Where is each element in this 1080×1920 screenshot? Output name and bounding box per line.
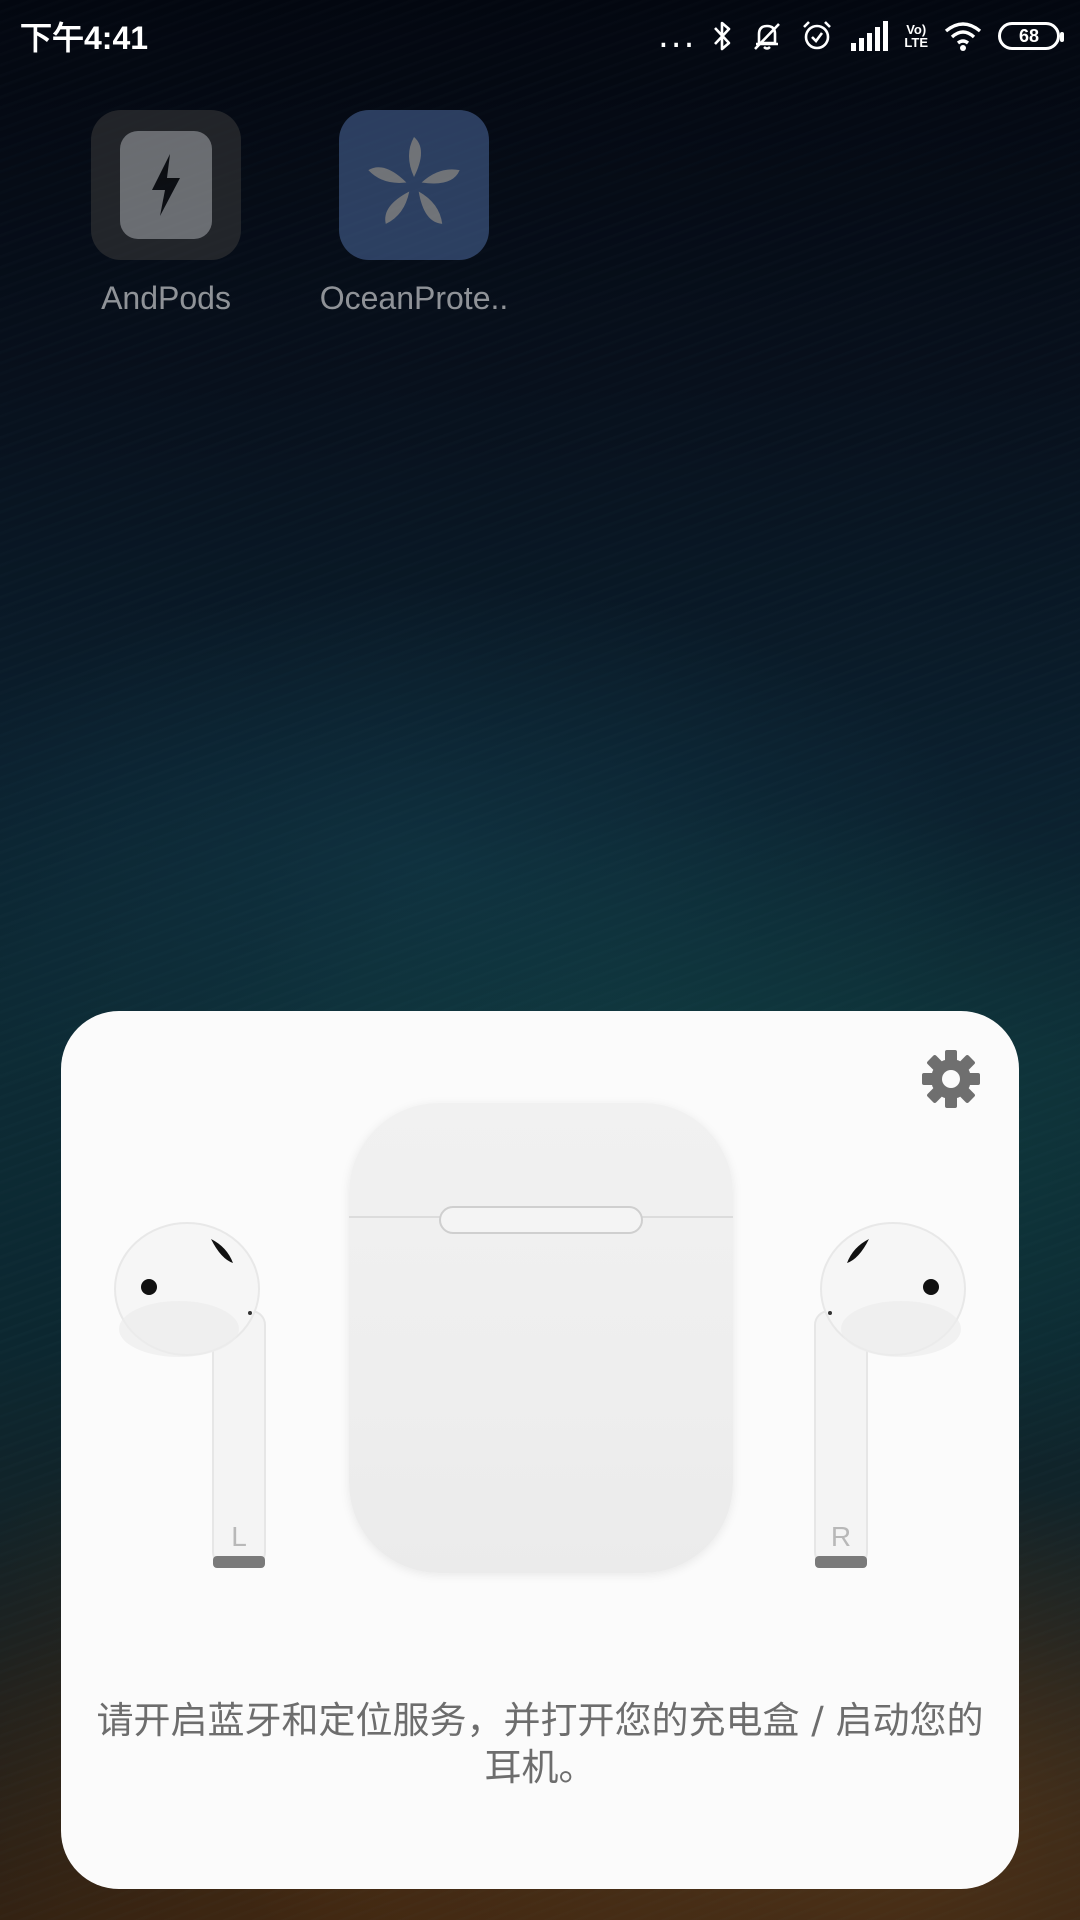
right-pod-label: R xyxy=(830,1521,852,1552)
left-pod-label: L xyxy=(231,1521,247,1552)
settings-button[interactable] xyxy=(919,1047,983,1111)
status-time: 下午4:41 xyxy=(20,20,149,56)
battery-level: 68 xyxy=(1018,25,1040,46)
bluetooth-icon xyxy=(712,19,734,53)
app-label-andpods: AndPods xyxy=(101,280,231,316)
wifi-icon xyxy=(944,21,982,51)
lightning-icon xyxy=(152,154,180,216)
oceanprotect-app-icon xyxy=(339,110,489,260)
airpods-popup-card: L R 请开启蓝牙和定位服务，并打开您的充电盒 / 启动您的耳机。 xyxy=(61,1011,1019,1889)
andpods-app-icon xyxy=(91,110,241,260)
left-airpod-image xyxy=(114,1222,266,1568)
right-airpod: R xyxy=(791,1221,971,1581)
more-notifications-icon: ... xyxy=(657,16,697,56)
gear-icon xyxy=(922,1050,980,1108)
app-label-oceanprotect: OceanProte.. xyxy=(319,280,509,316)
battery-icon: 68 xyxy=(998,22,1064,50)
right-airpod-image xyxy=(814,1222,966,1568)
mute-icon xyxy=(750,19,784,53)
signal-icon xyxy=(850,21,889,51)
charging-case xyxy=(349,1103,733,1573)
status-icons: ... Vo) LTE 68 xyxy=(657,16,1064,56)
app-oceanprotect[interactable]: OceanProte.. xyxy=(304,110,524,317)
volte-icon: Vo) LTE xyxy=(904,23,928,49)
app-andpods[interactable]: AndPods xyxy=(56,110,276,317)
instruction-message: 请开启蓝牙和定位服务，并打开您的充电盒 / 启动您的耳机。 xyxy=(96,1699,984,1789)
left-airpod: L xyxy=(109,1221,289,1581)
status-bar: 下午4:41 ... Vo) LTE 68 xyxy=(0,0,1080,72)
pinwheel-icon xyxy=(368,137,460,224)
alarm-icon xyxy=(800,19,834,53)
volte-bottom-text: LTE xyxy=(904,35,928,50)
case-hinge xyxy=(439,1206,643,1234)
